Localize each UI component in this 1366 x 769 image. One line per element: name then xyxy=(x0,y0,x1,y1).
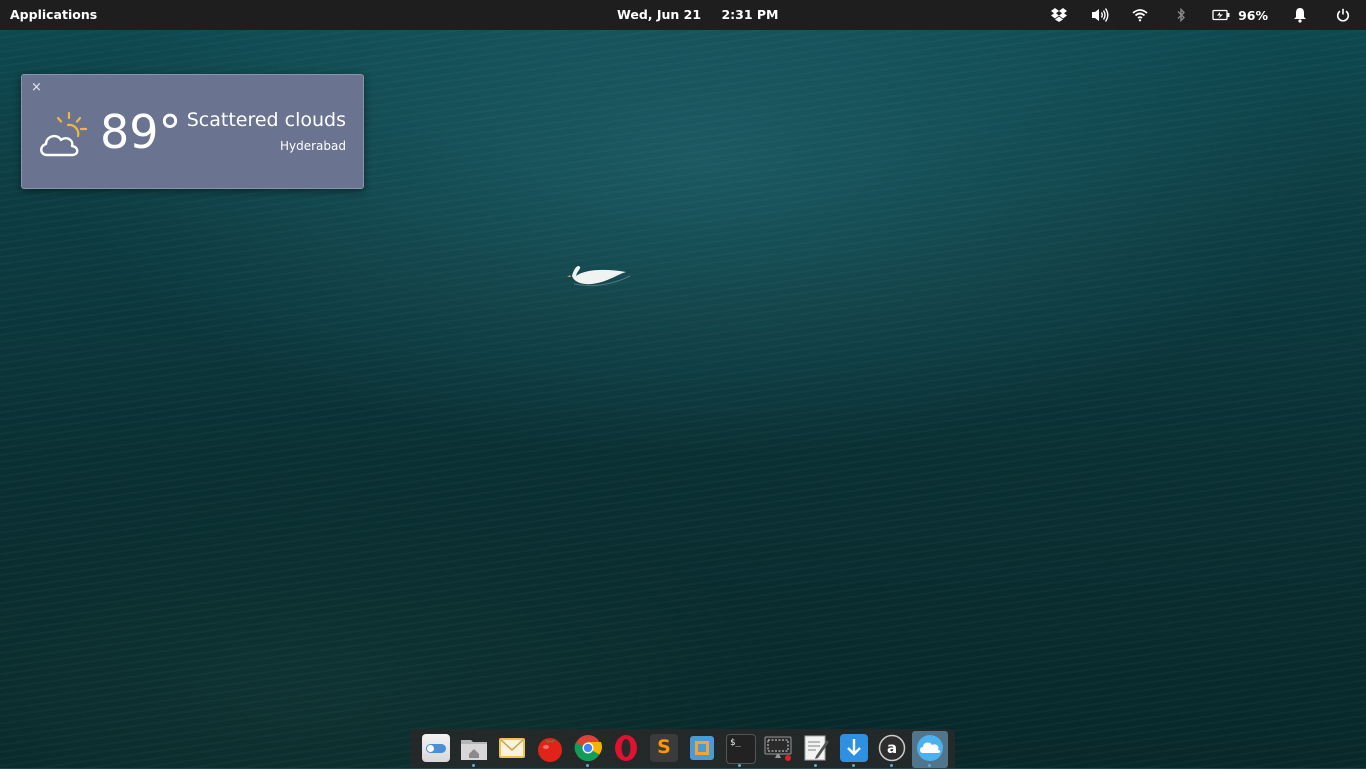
running-indicator xyxy=(586,764,589,767)
wifi-icon[interactable] xyxy=(1132,7,1148,23)
running-indicator xyxy=(890,764,893,767)
applications-menu[interactable]: Applications xyxy=(10,7,97,22)
running-indicator xyxy=(852,764,855,767)
close-icon[interactable]: × xyxy=(31,80,42,95)
top-panel: Applications Wed, Jun 21 2:31 PM 96% xyxy=(0,0,1366,30)
dock-files-icon[interactable] xyxy=(460,734,488,762)
battery-icon xyxy=(1212,9,1230,21)
dock-virtualbox-icon[interactable] xyxy=(688,734,716,762)
partly-cloudy-icon xyxy=(40,111,88,157)
weather-city: Hyderabad xyxy=(280,139,346,153)
dock-text-editor-icon[interactable] xyxy=(802,734,830,762)
dock-terminal-icon[interactable]: $_ xyxy=(726,734,756,764)
temperature: 89° xyxy=(100,105,182,159)
dropbox-icon[interactable] xyxy=(1050,7,1068,23)
time-label: 2:31 PM xyxy=(721,7,779,22)
dock-downloads-icon[interactable] xyxy=(840,734,868,762)
dock-sublime-text-icon[interactable]: S xyxy=(650,734,678,762)
dock-tomato-timer-icon[interactable] xyxy=(536,734,564,762)
notifications-bell-icon[interactable] xyxy=(1293,7,1307,23)
date-label: Wed, Jun 21 xyxy=(617,7,702,22)
dock-chrome-icon[interactable] xyxy=(574,734,602,762)
svg-text:a: a xyxy=(887,739,897,757)
running-indicator xyxy=(928,764,931,767)
running-indicator xyxy=(814,764,817,767)
power-icon[interactable] xyxy=(1336,7,1350,23)
swan-wallpaper-detail xyxy=(567,266,631,287)
battery-percent: 96% xyxy=(1238,7,1268,23)
dock-amazon-icon[interactable]: a xyxy=(878,734,906,762)
dock-settings-icon[interactable] xyxy=(422,734,450,762)
running-indicator xyxy=(738,764,741,767)
dock-weather-app-icon[interactable] xyxy=(912,731,948,768)
date-time[interactable]: Wed, Jun 21 2:31 PM xyxy=(617,7,778,22)
dock-mail-icon[interactable] xyxy=(498,734,526,762)
running-indicator xyxy=(472,764,475,767)
dock-screen-recorder-icon[interactable] xyxy=(764,734,792,762)
weather-condition: Scattered clouds xyxy=(186,109,346,131)
weather-widget: × 89° Scattered clouds Hyderabad xyxy=(21,74,364,189)
bluetooth-icon[interactable] xyxy=(1176,7,1186,23)
dock: S $_ a xyxy=(410,729,955,768)
volume-icon[interactable] xyxy=(1090,7,1110,23)
dock-opera-icon[interactable] xyxy=(612,734,640,762)
battery-indicator[interactable]: 96% xyxy=(1212,7,1268,23)
